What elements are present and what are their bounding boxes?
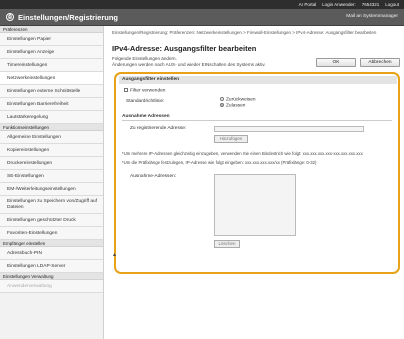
use-filter-label: Filter verwenden <box>130 88 166 94</box>
sidebar-section-header: Einstellungen Verwaltung <box>0 273 103 280</box>
register-address-label: Zu registrierende Adresse: <box>130 126 187 131</box>
sidebar-item[interactable]: Adressbuch-PIN <box>0 247 103 260</box>
policy-reject-radio[interactable] <box>220 97 224 101</box>
policy-allow-radio[interactable] <box>220 103 224 107</box>
ok-button[interactable]: OK <box>316 58 356 67</box>
login-user-id: 7654321 <box>361 2 380 7</box>
sidebar-item[interactable]: SE-Einstellungen <box>0 170 103 183</box>
outbound-filter-panel: Ausgangsfilter einstellen Filter verwend… <box>114 72 400 274</box>
sidebar-item[interactable]: Einstellungen Anzeige <box>0 46 103 59</box>
sidebar-section-header: Funktionseinstellungen <box>0 124 103 131</box>
policy-allow-option[interactable]: Zulassen <box>220 103 245 108</box>
exceptions-list-label: Ausnahme-Adressen: <box>130 174 177 179</box>
sidebar-item[interactable]: Einstellungen Barrierefreiheit <box>0 98 103 111</box>
use-filter-checkbox[interactable] <box>124 88 128 92</box>
sidebar-item[interactable]: Timereinstellungen <box>0 59 103 72</box>
cancel-button[interactable]: Abbrechen <box>360 58 400 67</box>
sidebar-item[interactable]: Netzwerkeinstellungen <box>0 72 103 85</box>
breadcrumb[interactable]: Einstellungen/Registrierung: Präferenzen… <box>112 30 392 36</box>
sidebar-section-header: Empfänger einstellen <box>0 240 103 247</box>
printer-logo-icon: ⎙ <box>6 13 14 21</box>
main-content: Einstellungen/Registrierung: Präferenzen… <box>108 26 404 339</box>
sidebar-item[interactable]: Allgemeine Einstellungen <box>0 131 103 144</box>
page-header-title: Einstellungen/Registrierung <box>18 13 119 22</box>
sidebar-section-header: Präferenzen <box>0 26 103 33</box>
panel-title: Ausgangsfilter einstellen <box>119 76 397 84</box>
sidebar-item[interactable]: EM-/Weiterleitungseinstellungen <box>0 183 103 196</box>
sidebar-item[interactable]: Einstellungen zu Speichern von/Zugriff a… <box>0 196 103 214</box>
prefix-hint: *Um die Präfixlänge festzulegen, IP-Adre… <box>122 160 317 165</box>
delete-button[interactable]: Löschen <box>214 240 240 248</box>
sidebar-item[interactable]: Einstellungen geschützter Druck <box>0 214 103 227</box>
policy-allow-label: Zulassen <box>226 103 246 109</box>
range-hint: *Um mehrere IP-Adressen gleichzeitig ein… <box>122 151 363 156</box>
title-bar: ⎙ Einstellungen/Registrierung Mail an Sy… <box>0 9 404 26</box>
logout-link[interactable]: Logout <box>385 2 399 7</box>
sidebar-item[interactable]: Favoriten-Einstellungen <box>0 227 103 240</box>
use-filter-row: Filter verwenden <box>124 88 165 93</box>
sidebar-item[interactable]: Lautstärkeregelung <box>0 111 103 124</box>
page-title: IPv4-Adresse: Ausgangsfilter bearbeiten <box>112 44 257 53</box>
sidebar-item[interactable]: Druckereinstellungen <box>0 157 103 170</box>
sidebar-item[interactable]: Anwenderverwaltung <box>0 280 103 293</box>
register-address-input[interactable] <box>214 126 364 132</box>
login-user-label: Login Anwender: <box>322 2 356 7</box>
sidebar-item[interactable]: Einstellungen Papier <box>0 33 103 46</box>
top-bar: Ar Portal Login Anwender: 7654321 Logout <box>0 0 404 9</box>
settings-notice: Folgende Einstellungen ändern. Änderunge… <box>112 56 266 67</box>
policy-reject-label: Zurückweisen <box>226 97 256 103</box>
sidebar-item[interactable]: Kopiereinstellungen <box>0 144 103 157</box>
add-button[interactable]: Hinzufügen <box>214 135 248 143</box>
back-to-top-icon[interactable]: ▲ <box>112 252 117 258</box>
policy-reject-option[interactable]: Zurückweisen <box>220 97 256 102</box>
sidebar-item[interactable]: Einstellungen LDAP-Server <box>0 260 103 273</box>
policy-label: Standardrichtlinie: <box>126 99 165 104</box>
sidebar-item[interactable]: Einstellungen externe Schnittstelle <box>0 85 103 98</box>
portal-link[interactable]: Ar Portal <box>299 2 317 7</box>
exceptions-listbox[interactable] <box>214 174 296 236</box>
mail-admin-link[interactable]: Mail an Systemmanager <box>346 14 398 19</box>
sidebar: Präferenzen Einstellungen Papier Einstellu… <box>0 26 104 339</box>
exceptions-heading: Ausnahme Adressen <box>122 114 392 121</box>
